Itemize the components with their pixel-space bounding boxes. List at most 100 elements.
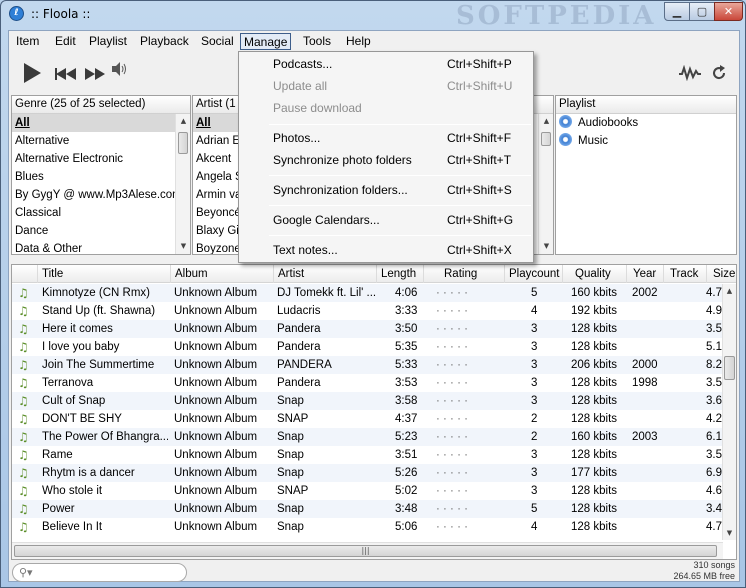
genre-item[interactable]: Classical xyxy=(12,204,190,222)
column-playcount[interactable]: Playcount xyxy=(505,265,563,283)
maximize-button[interactable]: ▢ xyxy=(689,2,715,21)
scroll-thumb[interactable] xyxy=(541,132,551,146)
genre-panel-header[interactable]: Genre (25 of 25 selected) xyxy=(12,96,190,114)
menu-edit[interactable]: Edit xyxy=(52,33,79,50)
genre-scrollbar[interactable]: ▲ ▼ xyxy=(175,114,190,254)
menu-pause-download[interactable]: Pause download xyxy=(239,97,533,119)
close-button[interactable]: ✕ xyxy=(714,2,743,21)
genre-item[interactable]: Blues xyxy=(12,168,190,186)
cell-rating: · · · · · xyxy=(436,305,468,317)
track-table-hscrollbar[interactable]: ||| xyxy=(12,542,723,559)
cell-quality: 128 kbits xyxy=(571,395,618,407)
column-title[interactable]: Title xyxy=(38,265,171,283)
table-row[interactable]: ♫ Kimnotyze (CN Rmx) Unknown Album DJ Tomek… xyxy=(12,284,726,302)
search-input[interactable]: ⚲▾ xyxy=(12,563,187,582)
table-row[interactable]: ♫ DON'T BE SHY Unknown Album SNAP 4:37 · · · … xyxy=(12,410,726,428)
menu-playback[interactable]: Playback xyxy=(137,33,192,50)
cell-length: 3:53 xyxy=(395,377,418,389)
scroll-down-icon[interactable]: ▼ xyxy=(723,526,736,540)
table-row[interactable]: ♫ Rame Unknown Album Snap 3:51 · · · · · 3 128 … xyxy=(12,446,726,464)
cell-quality: 128 kbits xyxy=(571,341,618,353)
cell-album: Unknown Album xyxy=(174,413,258,425)
scroll-down-icon[interactable]: ▼ xyxy=(539,239,553,254)
playlist-item[interactable]: Music xyxy=(556,132,736,150)
table-row[interactable]: ♫ Terranova Unknown Album Pandera 3:53 · · · … xyxy=(12,374,726,392)
menu-update-all[interactable]: Update all Ctrl+Shift+U xyxy=(239,75,533,97)
column-quality[interactable]: Quality xyxy=(563,265,627,283)
title-bar[interactable]: ℓ :: Floola :: SOFTPEDIA ▁ ▢ ✕ xyxy=(1,1,745,31)
previous-icon[interactable] xyxy=(55,66,77,82)
table-row[interactable]: ♫ Cult of Snap Unknown Album Snap 3:58 · · · … xyxy=(12,392,726,410)
cell-rating: · · · · · xyxy=(436,503,468,515)
scroll-down-icon[interactable]: ▼ xyxy=(176,239,190,254)
window-title: :: Floola :: xyxy=(31,7,91,21)
genre-item[interactable]: By GygY @ www.Mp3Alese.com xyxy=(12,186,190,204)
scroll-up-icon[interactable]: ▲ xyxy=(176,114,190,129)
menu-podcasts[interactable]: Podcasts... Ctrl+Shift+P xyxy=(239,53,533,75)
cell-artist: Snap xyxy=(277,395,304,407)
scroll-up-icon[interactable]: ▲ xyxy=(539,114,553,129)
menu-text-notes[interactable]: Text notes... Ctrl+Shift+X xyxy=(239,239,533,261)
menu-social[interactable]: Social xyxy=(198,33,237,50)
genre-item[interactable]: Dance xyxy=(12,222,190,240)
menu-manage[interactable]: Manage xyxy=(240,33,292,50)
genre-item[interactable]: Data & Other xyxy=(12,240,190,254)
cell-playcount: 3 xyxy=(531,341,538,353)
scroll-thumb[interactable] xyxy=(178,132,188,154)
column-rating[interactable]: Rating xyxy=(424,265,505,283)
cell-playcount: 3 xyxy=(531,323,538,335)
scroll-up-icon[interactable]: ▲ xyxy=(723,284,736,298)
next-icon[interactable] xyxy=(84,66,106,82)
playlist-item-label: Audiobooks xyxy=(578,117,639,129)
column-artist[interactable]: Artist xyxy=(274,265,377,283)
cell-playcount: 5 xyxy=(531,287,538,299)
play-icon[interactable] xyxy=(21,60,43,86)
menu-tools[interactable]: Tools xyxy=(300,33,334,50)
cell-artist: Snap xyxy=(277,467,304,479)
table-row[interactable]: ♫ Who stole it Unknown Album SNAP 5:02 · · · … xyxy=(12,482,726,500)
menu-photos[interactable]: Photos... Ctrl+Shift+F xyxy=(239,127,533,149)
playlist-item[interactable]: Audiobooks xyxy=(556,114,736,132)
table-row[interactable]: ♫ Believe In It Unknown Album Snap 5:06 · · ·… xyxy=(12,518,726,536)
artist-item[interactable]: All xyxy=(193,114,239,132)
table-row[interactable]: ♫ The Power Of Bhangra... Unknown Album Sna… xyxy=(12,428,726,446)
cell-artist: Pandera xyxy=(277,341,321,353)
cell-length: 5:23 xyxy=(395,431,418,443)
table-row[interactable]: ♫ Rhytm is a dancer Unknown Album Snap 5:26 ·… xyxy=(12,464,726,482)
cell-album: Unknown Album xyxy=(174,323,258,335)
menu-help[interactable]: Help xyxy=(343,33,374,50)
table-row[interactable]: ♫ Stand Up (ft. Shawna) Unknown Album Ludac… xyxy=(12,302,726,320)
menu-synchronize-photo-folders[interactable]: Synchronize photo folders Ctrl+Shift+T xyxy=(239,149,533,171)
table-row[interactable]: ♫ Join The Summertime Unknown Album PANDERA… xyxy=(12,356,726,374)
genre-item[interactable]: Alternative Electronic xyxy=(12,150,190,168)
playlist-panel-header[interactable]: Playlist xyxy=(556,96,736,114)
menu-google-calendars[interactable]: Google Calendars... Ctrl+Shift+G xyxy=(239,209,533,231)
volume-icon[interactable] xyxy=(111,61,129,77)
cell-year: 2002 xyxy=(632,287,658,299)
column-size[interactable]: Size xyxy=(707,265,736,283)
refresh-icon[interactable] xyxy=(710,64,728,82)
genre-item[interactable]: Alternative xyxy=(12,132,190,150)
track-table-scrollbar[interactable]: ▲ ▼ xyxy=(722,284,736,540)
table-row[interactable]: ♫ Power Unknown Album Snap 3:48 · · · · · 5 128… xyxy=(12,500,726,518)
menu-item-label: Podcasts... xyxy=(273,57,333,71)
column-track[interactable]: Track xyxy=(664,265,707,283)
minimize-button[interactable]: ▁ xyxy=(664,2,690,21)
column-album[interactable]: Album xyxy=(171,265,274,283)
hscroll-thumb[interactable]: ||| xyxy=(14,545,717,557)
music-note-icon: ♫ xyxy=(18,376,29,390)
genre-item[interactable]: All xyxy=(12,114,190,132)
menu-item[interactable]: Item xyxy=(13,33,42,50)
table-row[interactable]: ♫ I love you baby Unknown Album Pandera 5:35… xyxy=(12,338,726,356)
table-row[interactable]: ♫ Here it comes Unknown Album Pandera 3:50 · … xyxy=(12,320,726,338)
column-year[interactable]: Year xyxy=(627,265,664,283)
menu-item-shortcut: Ctrl+Shift+F xyxy=(447,131,512,145)
menu-playlist[interactable]: Playlist xyxy=(86,33,130,50)
artist-scrollbar[interactable]: ▲ ▼ xyxy=(538,114,553,254)
equalizer-icon[interactable] xyxy=(678,64,702,82)
menu-synchronization-folders[interactable]: Synchronization folders... Ctrl+Shift+S xyxy=(239,179,533,201)
scroll-thumb[interactable] xyxy=(724,356,735,380)
cell-playcount: 3 xyxy=(531,377,538,389)
column-length[interactable]: Length xyxy=(377,265,424,283)
menu-item-label: Synchronize photo folders xyxy=(273,153,412,167)
